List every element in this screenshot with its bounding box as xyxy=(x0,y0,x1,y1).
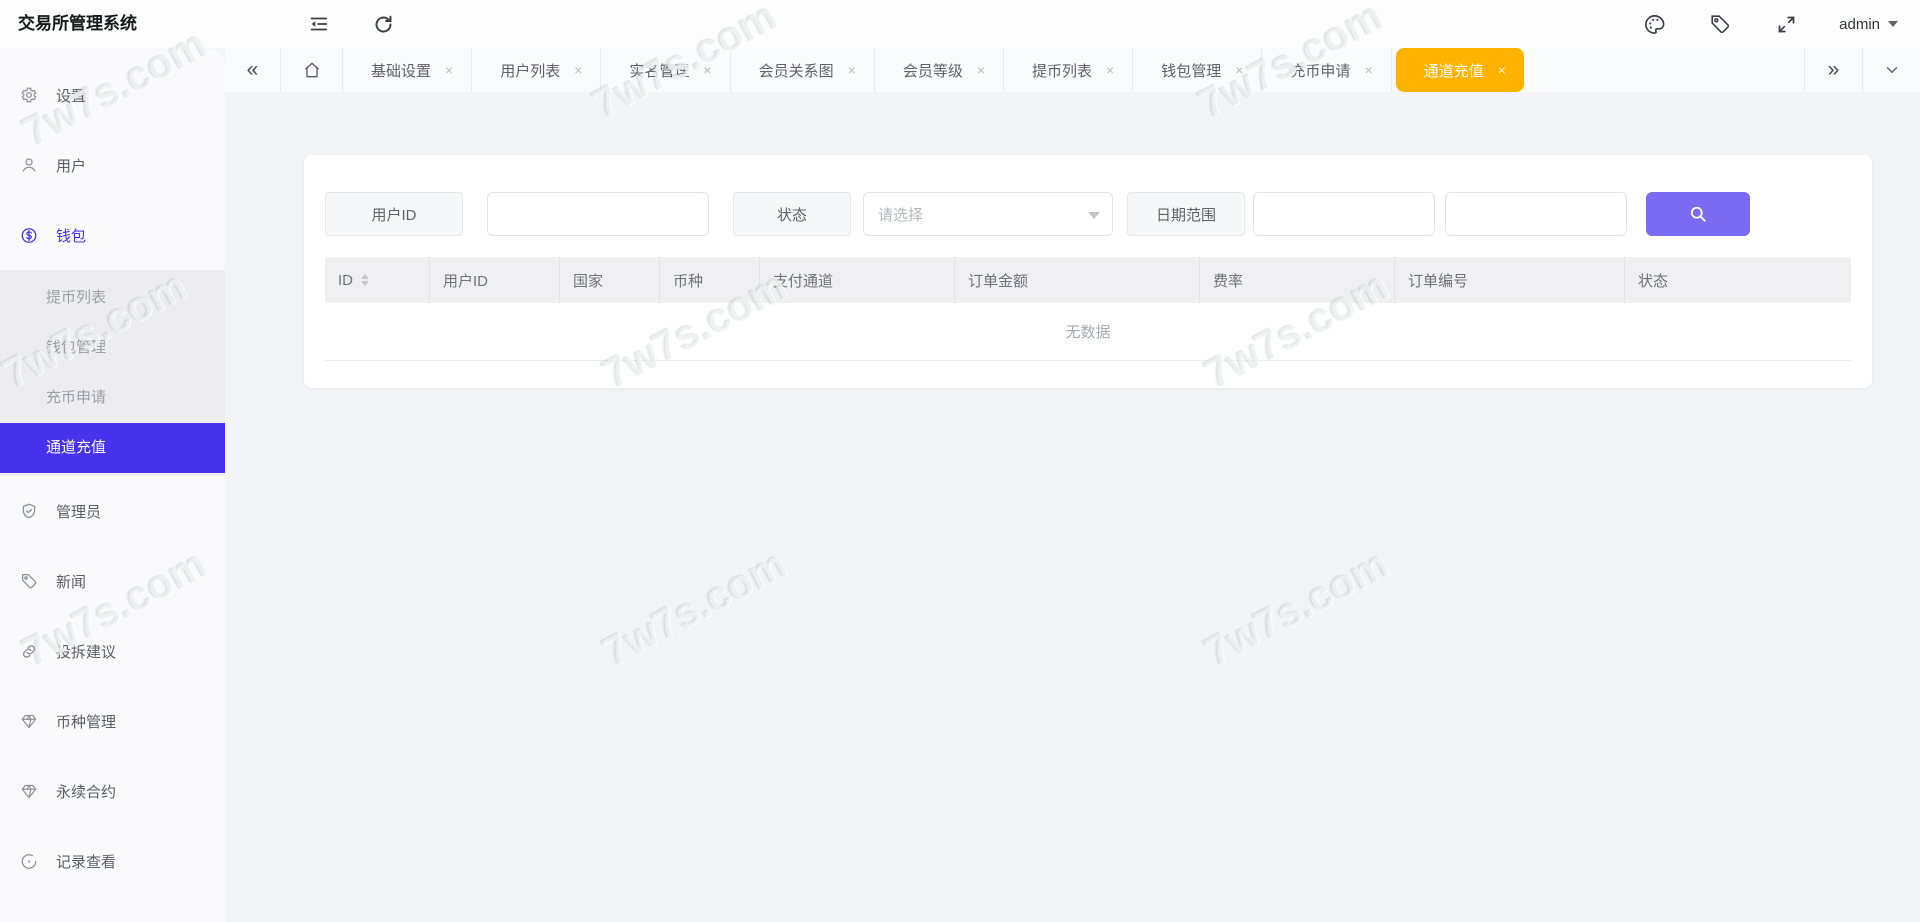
tab-user-list[interactable]: 用户列表 × xyxy=(472,48,601,92)
sidebar-item-coin-manage[interactable]: 币种管理 xyxy=(0,686,225,756)
close-icon[interactable]: × xyxy=(1364,63,1372,77)
close-icon[interactable]: × xyxy=(848,63,856,77)
column-header-coin: 币种 xyxy=(660,257,760,303)
sidebar-item-records[interactable]: 记录查看 xyxy=(0,826,225,896)
tag-icon xyxy=(20,572,38,590)
filter-row: 用户ID 状态 请选择 日期范围 xyxy=(325,192,1750,236)
tabs-scroll-left-button[interactable]: « xyxy=(225,48,281,92)
sidebar-item-feedback[interactable]: 投拆建议 xyxy=(0,616,225,686)
column-header-country: 国家 xyxy=(560,257,660,303)
column-header-user-id: 用户ID xyxy=(430,257,560,303)
close-icon[interactable]: × xyxy=(1235,63,1243,77)
column-header-amount: 订单金额 xyxy=(955,257,1200,303)
column-header-rate: 费率 xyxy=(1200,257,1395,303)
sidebar-item-label: 钱包 xyxy=(56,225,86,246)
watermark: 7w7s.com xyxy=(594,540,794,677)
search-button[interactable] xyxy=(1646,192,1750,236)
sidebar-item-label: 新闻 xyxy=(56,571,86,592)
content-card: 用户ID 状态 请选择 日期范围 ID 用户ID 国家 币种 支付通道 订单金额… xyxy=(304,155,1872,388)
sidebar-item-label: 管理员 xyxy=(56,501,101,522)
compass-icon xyxy=(20,852,38,870)
table-header-row: ID 用户ID 国家 币种 支付通道 订单金额 费率 订单编号 状态 xyxy=(325,257,1851,303)
sidebar-item-perpetual[interactable]: 永续合约 xyxy=(0,756,225,826)
tab-basic-settings[interactable]: 基础设置 × xyxy=(343,48,472,92)
column-header-channel: 支付通道 xyxy=(760,257,955,303)
gem-icon xyxy=(20,712,38,730)
user-id-input[interactable] xyxy=(487,192,709,236)
tab-wallet-manage[interactable]: 钱包管理 × xyxy=(1133,48,1262,92)
sidebar-item-label: 记录查看 xyxy=(56,851,116,872)
column-header-order-no: 订单编号 xyxy=(1395,257,1625,303)
sidebar-item-withdraw-list[interactable]: 提币列表 xyxy=(0,273,225,323)
chevron-down-icon xyxy=(1088,212,1100,219)
date-start-input[interactable] xyxy=(1253,192,1435,236)
refresh-icon[interactable] xyxy=(370,11,396,37)
sidebar-item-users[interactable]: 用户 xyxy=(0,130,225,200)
close-icon[interactable]: × xyxy=(703,63,711,77)
username: admin xyxy=(1839,16,1880,33)
sidebar-item-settings[interactable]: 设置 xyxy=(0,60,225,130)
column-header-status: 状态 xyxy=(1625,257,1851,303)
close-icon[interactable]: × xyxy=(1106,63,1114,77)
sidebar-item-wallet-manage[interactable]: 钱包管理 xyxy=(0,323,225,373)
sidebar-item-label: 永续合约 xyxy=(56,781,116,802)
top-header: 交易所管理系统 admin xyxy=(0,0,1920,48)
sidebar-collapse-icon[interactable] xyxy=(306,11,332,37)
tab-deposit-apply[interactable]: 充币申请 × xyxy=(1262,48,1391,92)
tab-realname[interactable]: 实名管理 × xyxy=(601,48,730,92)
dollar-circle-icon xyxy=(20,226,38,244)
tag-icon[interactable] xyxy=(1707,11,1733,37)
tab-member-level[interactable]: 会员等级 × xyxy=(875,48,1004,92)
date-range-label: 日期范围 xyxy=(1127,192,1245,236)
sidebar-item-label: 设置 xyxy=(56,85,86,106)
home-icon[interactable] xyxy=(281,48,343,92)
tabs-scroll-right-button[interactable]: » xyxy=(1804,48,1862,92)
watermark: 7w7s.com xyxy=(1196,540,1396,677)
data-table: ID 用户ID 国家 币种 支付通道 订单金额 费率 订单编号 状态 无数据 xyxy=(325,257,1851,361)
link-icon xyxy=(20,642,38,660)
tab-withdraw-list[interactable]: 提币列表 × xyxy=(1004,48,1133,92)
app-title: 交易所管理系统 xyxy=(18,0,137,48)
tab-member-graph[interactable]: 会员关系图 × xyxy=(731,48,875,92)
date-end-input[interactable] xyxy=(1445,192,1627,236)
sidebar-item-label: 用户 xyxy=(56,155,86,176)
sidebar-item-admin[interactable]: 管理员 xyxy=(0,476,225,546)
search-icon xyxy=(1688,204,1708,224)
close-icon[interactable]: × xyxy=(574,63,582,77)
close-icon[interactable]: × xyxy=(445,63,453,77)
wallet-submenu: 提币列表 钱包管理 充币申请 通道充值 xyxy=(0,270,225,476)
status-select[interactable]: 请选择 xyxy=(863,192,1113,236)
sidebar-item-wallet[interactable]: 钱包 xyxy=(0,200,225,270)
sidebar: 设置 用户 钱包 提币列表 钱包管理 充币申请 通道充值 管理员 新闻 投 xyxy=(0,48,225,922)
gem-icon xyxy=(20,782,38,800)
tabs-more-button[interactable] xyxy=(1862,48,1920,92)
user-menu[interactable]: admin xyxy=(1839,16,1898,33)
tab-bar: « 基础设置 × 用户列表 × 实名管理 × 会员关系图 × 会员等级 × 提币… xyxy=(225,48,1920,92)
gear-icon xyxy=(20,86,38,104)
shield-check-icon xyxy=(20,502,38,520)
status-label: 状态 xyxy=(733,192,851,236)
sidebar-item-label: 投拆建议 xyxy=(56,641,116,662)
fullscreen-icon[interactable] xyxy=(1773,11,1799,37)
sort-icon[interactable] xyxy=(361,274,369,286)
theme-palette-icon[interactable] xyxy=(1641,11,1667,37)
sidebar-item-channel-recharge[interactable]: 通道充值 xyxy=(0,423,225,473)
sidebar-item-label: 币种管理 xyxy=(56,711,116,732)
close-icon[interactable]: × xyxy=(977,63,985,77)
user-id-label: 用户ID xyxy=(325,192,463,236)
tab-channel-recharge[interactable]: 通道充值 × xyxy=(1396,48,1524,92)
table-empty-state: 无数据 xyxy=(325,303,1851,361)
column-header-id[interactable]: ID xyxy=(325,257,430,303)
user-icon xyxy=(20,156,38,174)
sidebar-item-deposit-apply[interactable]: 充币申请 xyxy=(0,373,225,423)
caret-down-icon xyxy=(1888,21,1898,27)
sidebar-item-news[interactable]: 新闻 xyxy=(0,546,225,616)
close-icon[interactable]: × xyxy=(1498,63,1506,77)
